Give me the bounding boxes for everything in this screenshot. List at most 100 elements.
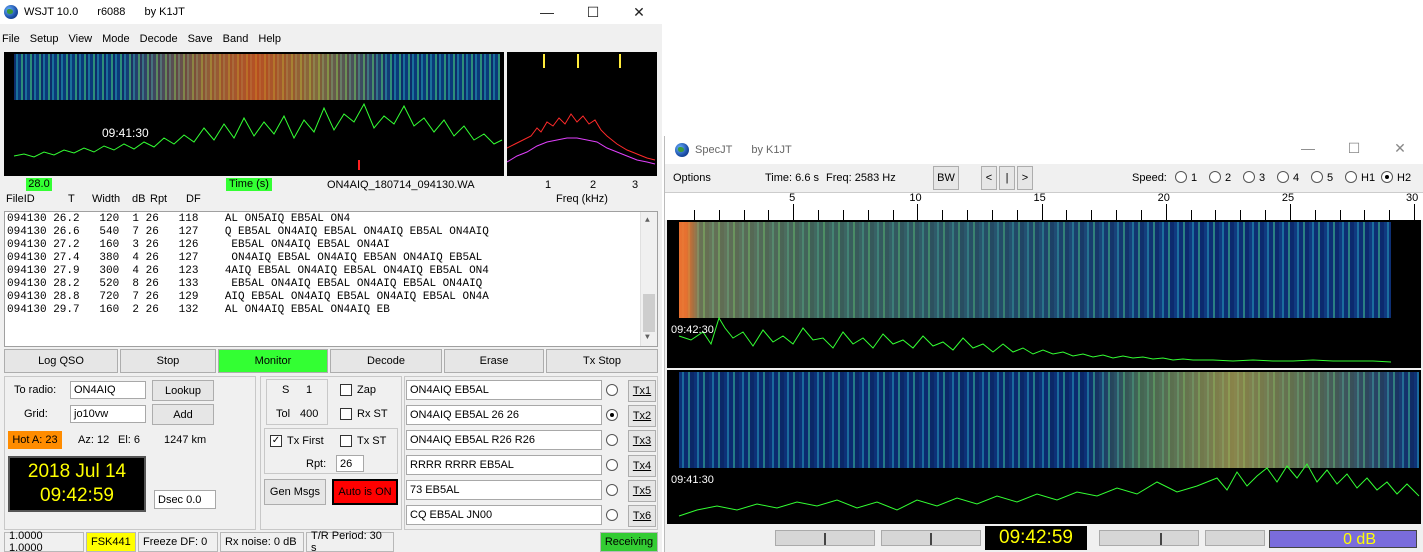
- tx-message-field[interactable]: ON4AIQ EB5AL 26 26: [406, 405, 602, 425]
- tx-st-checkbox[interactable]: [340, 435, 352, 447]
- decode-button[interactable]: Decode: [330, 349, 442, 373]
- speed-radio[interactable]: [1243, 171, 1255, 183]
- speed-radio[interactable]: [1345, 171, 1357, 183]
- ruler-tick: [743, 210, 745, 220]
- speed-radio[interactable]: [1175, 171, 1187, 183]
- tx-button[interactable]: Tx5: [628, 480, 656, 502]
- ruler-tick-label: 10: [909, 192, 922, 204]
- tx-select-radio[interactable]: [606, 484, 618, 496]
- ruler-tick: [1389, 210, 1391, 220]
- maximize-icon[interactable]: ☐: [1331, 136, 1377, 160]
- close-icon[interactable]: ✕: [1377, 136, 1423, 160]
- tx-message-field[interactable]: RRRR RRRR EB5AL: [406, 455, 602, 475]
- grid-field[interactable]: jo10vw: [70, 405, 146, 423]
- decode-row[interactable]: 094130 27.4 380 4 26 127 ON4AIQ EB5AL ON…: [7, 252, 655, 265]
- ruler-tick: [1165, 204, 1167, 220]
- tx-stop-button[interactable]: Tx Stop: [546, 349, 658, 373]
- log-qso-button[interactable]: Log QSO: [4, 349, 118, 373]
- bw-button[interactable]: BW: [933, 166, 959, 190]
- spec-time: Time: 6.6 s: [765, 172, 819, 184]
- main-waterfall-panel[interactable]: 09:41:30: [4, 52, 504, 176]
- dsec-field[interactable]: Dsec 0.0: [154, 490, 216, 509]
- tx-button[interactable]: Tx2: [628, 405, 656, 427]
- nav-left-button[interactable]: <: [981, 166, 997, 190]
- rx-st-checkbox[interactable]: [340, 408, 352, 420]
- to-radio-field[interactable]: ON4AIQ: [70, 381, 146, 399]
- ruler-tick: [1091, 210, 1093, 220]
- slider-2[interactable]: [881, 530, 981, 546]
- speed-radio[interactable]: [1381, 171, 1393, 183]
- erase-button[interactable]: Erase: [444, 349, 544, 373]
- tx-select-radio[interactable]: [606, 384, 618, 396]
- tx-select-radio[interactable]: [606, 509, 618, 521]
- decode-row[interactable]: 094130 26.6 540 7 26 127 Q EB5AL ON4AIQ …: [7, 226, 655, 239]
- lookup-button[interactable]: Lookup: [152, 380, 214, 401]
- menu-help[interactable]: Help: [256, 30, 287, 48]
- tx-select-radio[interactable]: [606, 459, 618, 471]
- tx-select-radio[interactable]: [606, 409, 618, 421]
- speed-label: Speed:: [1132, 172, 1167, 184]
- spectrum-traces: [507, 113, 656, 165]
- time-axis-label: Time (s): [226, 178, 272, 191]
- menu-decode[interactable]: Decode: [138, 30, 184, 48]
- scroll-up-icon[interactable]: ▲: [645, 214, 650, 227]
- tx-message-field[interactable]: CQ EB5AL JN00: [406, 505, 602, 525]
- slider-3[interactable]: [1099, 530, 1199, 546]
- tx-button[interactable]: Tx6: [628, 505, 656, 527]
- tx-select-radio[interactable]: [606, 434, 618, 446]
- add-button[interactable]: Add: [152, 404, 214, 425]
- slider-4[interactable]: [1205, 530, 1265, 546]
- scroll-down-icon[interactable]: ▼: [645, 331, 650, 344]
- decode-row[interactable]: 094130 27.2 160 3 26 126 EB5AL ON4AIQ EB…: [7, 239, 655, 252]
- stop-button[interactable]: Stop: [120, 349, 216, 373]
- decode-row[interactable]: 094130 28.8 720 7 26 129 AIQ EB5AL ON4AI…: [7, 291, 655, 304]
- maximize-icon[interactable]: ☐: [570, 0, 616, 24]
- rx-st-label: Rx ST: [357, 408, 388, 420]
- menu-view[interactable]: View: [66, 30, 98, 48]
- options-menu[interactable]: Options: [673, 172, 711, 184]
- monitor-button[interactable]: Monitor: [218, 349, 328, 373]
- tx-message-field[interactable]: ON4AIQ EB5AL R26 R26: [406, 430, 602, 450]
- decode-scrollbar[interactable]: ▲ ▼: [640, 212, 657, 346]
- gen-msgs-button[interactable]: Gen Msgs: [264, 479, 326, 505]
- header-rpt: Rpt: [150, 193, 168, 205]
- minimize-icon[interactable]: —: [524, 0, 570, 24]
- rpt-field[interactable]: 26: [336, 455, 364, 472]
- speed-radio[interactable]: [1209, 171, 1221, 183]
- ruler-tick: [1215, 210, 1217, 220]
- speed-radio[interactable]: [1277, 171, 1289, 183]
- decode-text-area[interactable]: ▲ ▼ 094130 26.2 120 1 26 118 AL ON5AIQ E…: [4, 211, 658, 347]
- menu-save[interactable]: Save: [186, 30, 219, 48]
- decode-row[interactable]: 094130 29.7 160 2 26 132 AL ON4AIQ EB5AL…: [7, 304, 655, 317]
- menu-band[interactable]: Band: [221, 30, 255, 48]
- tx-first-checkbox[interactable]: ✓: [270, 435, 282, 447]
- scroll-thumb[interactable]: [643, 294, 655, 332]
- tx-message-field[interactable]: 73 EB5AL: [406, 480, 602, 500]
- tx-button[interactable]: Tx1: [628, 380, 656, 402]
- menu-mode[interactable]: Mode: [100, 30, 136, 48]
- nav-right-button[interactable]: >: [1017, 166, 1033, 190]
- decode-row[interactable]: 094130 27.9 300 4 26 123 4AIQ EB5AL ON4A…: [7, 265, 655, 278]
- close-icon[interactable]: ✕: [616, 0, 662, 24]
- menu-file[interactable]: File: [0, 30, 26, 48]
- slider-1[interactable]: [775, 530, 875, 546]
- speed-radio[interactable]: [1311, 171, 1323, 183]
- decode-row[interactable]: 094130 28.2 520 8 26 133 EB5AL ON4AIQ EB…: [7, 278, 655, 291]
- speed-label-option: 2: [1225, 172, 1232, 184]
- spec-waterfall-bottom[interactable]: 09:41:30: [667, 370, 1421, 524]
- zap-checkbox[interactable]: [340, 384, 352, 396]
- ruler-tick-label: 15: [1033, 192, 1046, 204]
- speed-label-option: 4: [1293, 172, 1300, 184]
- tx-button[interactable]: Tx4: [628, 455, 656, 477]
- tx-message-field[interactable]: ON4AIQ EB5AL: [406, 380, 602, 400]
- nav-center-button[interactable]: |: [999, 166, 1015, 190]
- spec-waterfall-top[interactable]: 09:42:30: [667, 220, 1421, 368]
- spec-trace-top: [678, 316, 1392, 363]
- tx-button[interactable]: Tx3: [628, 430, 656, 452]
- decode-row[interactable]: 094130 26.2 120 1 26 118 AL ON5AIQ EB5AL…: [7, 213, 655, 226]
- auto-button[interactable]: Auto is ON: [332, 479, 398, 505]
- menu-setup[interactable]: Setup: [28, 30, 65, 48]
- minimize-icon[interactable]: —: [1285, 136, 1331, 160]
- status-freeze: Freeze DF: 0: [138, 532, 218, 552]
- rpt-label: Rpt:: [306, 458, 327, 470]
